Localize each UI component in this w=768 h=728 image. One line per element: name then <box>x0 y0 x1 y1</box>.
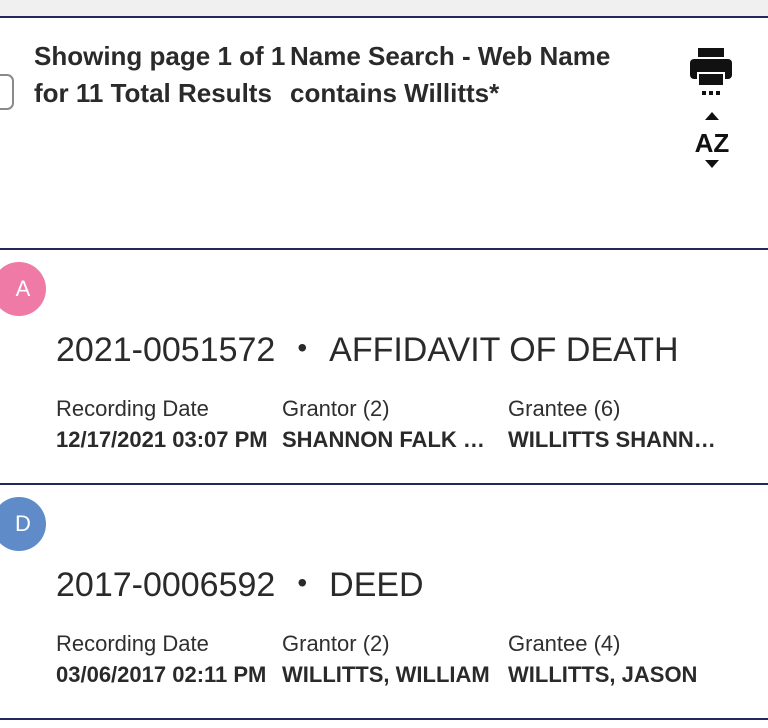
grantee-label: Grantee (4) <box>508 631 621 656</box>
separator-dot: • <box>297 567 308 598</box>
search-description: Name Search - Web Name contains Willitts… <box>290 41 611 108</box>
result-card[interactable]: A 2021-0051572 • AFFIDAVIT OF DEATH Record… <box>0 250 768 485</box>
recording-date-value: 12/17/2021 03:07 PM <box>56 427 268 452</box>
grantor-label: Grantor (2) <box>282 631 390 656</box>
document-type: DEED <box>329 566 424 604</box>
grantor-label: Grantor (2) <box>282 396 390 421</box>
grantee-column: Grantee (4) WILLITTS, JASON <box>508 629 730 691</box>
grantee-column: Grantee (6) WILLITTS SHANNON FALK <box>508 394 730 456</box>
grantee-value: WILLITTS SHANNON FALK <box>508 427 730 452</box>
result-title[interactable]: 2017-0006592 • DEED <box>56 563 424 605</box>
recording-date-label: Recording Date <box>56 631 209 656</box>
document-number: 2021-0051572 <box>56 331 276 369</box>
sort-button[interactable]: AZ <box>688 110 736 174</box>
grantee-value: WILLITTS, JASON <box>508 662 698 687</box>
document-number: 2017-0006592 <box>56 566 276 604</box>
print-button[interactable] <box>686 46 736 96</box>
doc-type-avatar: A <box>0 262 46 316</box>
printer-icon <box>690 48 732 95</box>
grantor-column: Grantor (2) WILLITTS, WILLIAM <box>282 629 504 691</box>
results-header: Showing page 1 of 1 for 11 Total Results… <box>0 18 768 250</box>
svg-text:AZ: AZ <box>695 128 730 158</box>
recording-date-label: Recording Date <box>56 396 209 421</box>
recording-date-value: 03/06/2017 02:11 PM <box>56 662 267 687</box>
result-title[interactable]: 2021-0051572 • AFFIDAVIT OF DEATH <box>56 328 679 370</box>
recording-date-column: Recording Date 12/17/2021 03:07 PM <box>56 394 278 456</box>
grantor-value: WILLITTS, WILLIAM <box>282 662 490 687</box>
grantor-column: Grantor (2) SHANNON FALK WILLITTS <box>282 394 504 456</box>
doc-type-avatar: D <box>0 497 46 551</box>
top-bar <box>0 0 768 18</box>
page-summary: Showing page 1 of 1 for 11 Total Results <box>34 41 286 108</box>
document-type: AFFIDAVIT OF DEATH <box>329 331 679 369</box>
grantee-label: Grantee (6) <box>508 396 621 421</box>
recording-date-column: Recording Date 03/06/2017 02:11 PM <box>56 629 278 691</box>
sort-az-icon: AZ <box>695 112 730 168</box>
grantor-value: SHANNON FALK WILLITTS <box>282 427 504 452</box>
select-all-checkbox[interactable] <box>0 74 14 110</box>
separator-dot: • <box>297 332 308 363</box>
result-card[interactable]: D 2017-0006592 • DEED Recording Date 03/06… <box>0 485 768 720</box>
